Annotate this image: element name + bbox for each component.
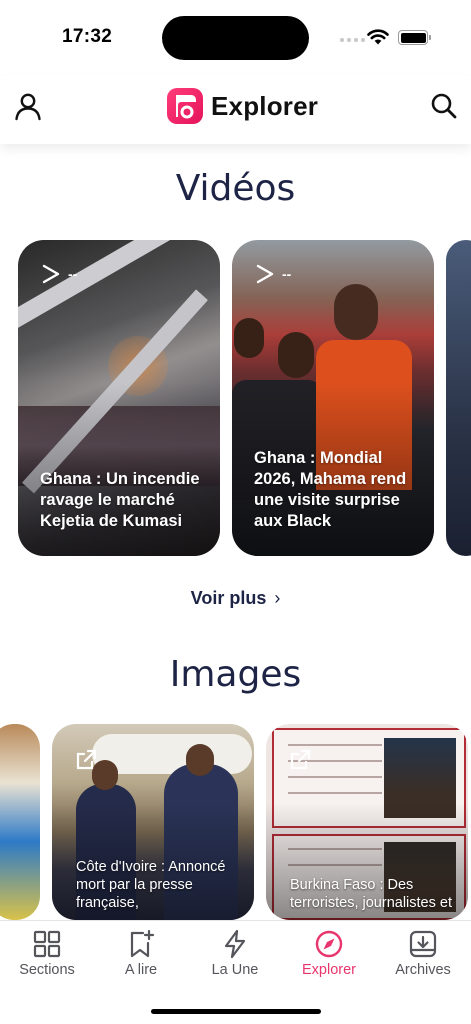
video-card-partial[interactable] [446,240,471,556]
search-icon [431,93,457,119]
lightning-icon [224,929,246,959]
images-section-title: Images [169,654,302,695]
video-duration-badge: -- [42,264,77,284]
video-card[interactable]: -- Ghana : Mondial 2026, Mahama rend une… [232,240,434,556]
brand: Explorer [167,88,318,124]
image-caption: Burkina Faso : Des terroristes, journali… [290,877,452,911]
bookmark-plus-icon [130,929,155,958]
video-duration: -- [282,266,292,282]
grid-icon [33,930,61,958]
status-bar: 17:32 [0,0,471,76]
battery-icon [398,30,431,45]
wifi-icon [367,29,389,45]
tab-label: Sections [19,962,75,978]
tab-a-lire[interactable]: A lire [94,929,188,985]
user-icon [15,93,41,121]
external-link-icon [76,749,97,770]
tab-explorer[interactable]: Explorer [282,929,376,985]
video-card[interactable]: -- Ghana : Un incendie ravage le marché … [18,240,220,556]
see-more-label: Voir plus [190,588,267,608]
dynamic-island [162,16,309,60]
search-button[interactable] [428,90,460,122]
cellular-signal-icon [340,38,365,42]
tab-label: A lire [124,962,158,978]
tab-label: La Une [211,962,259,978]
page-title: Explorer [211,90,319,121]
download-tray-icon [409,930,437,958]
tab-la-une[interactable]: La Une [188,929,282,985]
video-duration-badge: -- [256,264,291,284]
profile-button[interactable] [12,90,44,122]
status-time: 17:32 [62,26,113,47]
external-link-icon [290,749,311,770]
image-card[interactable]: Burkina Faso : Des terroristes, journali… [266,724,468,920]
videos-section-title: Vidéos [175,168,296,209]
tab-label: Archives [395,962,451,978]
see-more-link[interactable]: Voir plus › [0,588,471,609]
image-caption: Côte d'Ivoire : Annoncé mort par la pres… [76,859,226,911]
image-card[interactable]: Côte d'Ivoire : Annoncé mort par la pres… [52,724,254,920]
home-indicator [151,1009,321,1014]
image-card-partial[interactable] [0,724,40,920]
tab-archives[interactable]: Archives [376,929,470,985]
app-logo-icon [167,88,203,124]
play-icon [256,264,274,284]
video-caption: Ghana : Un incendie ravage le marché Kej… [40,470,200,530]
video-caption: Ghana : Mondial 2026, Mahama rend une vi… [254,449,407,530]
video-duration: -- [68,266,78,282]
tab-label: Explorer [302,962,356,978]
chevron-right-icon: › [274,588,281,608]
app-header: Explorer [0,76,471,144]
play-icon [42,264,60,284]
tab-sections[interactable]: Sections [0,929,94,985]
compass-icon [315,930,343,958]
